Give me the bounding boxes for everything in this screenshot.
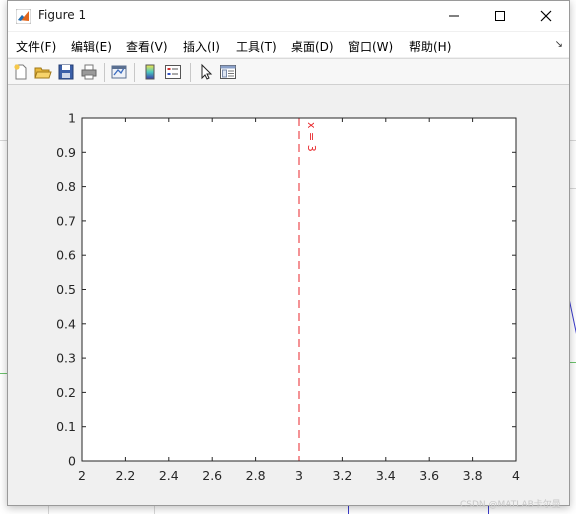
print-icon[interactable] [80, 63, 98, 81]
x-tick-label: 2 [78, 468, 86, 483]
save-icon[interactable] [57, 63, 75, 81]
open-file-icon[interactable] [34, 63, 52, 81]
menu-tools[interactable]: 工具(T) [236, 38, 277, 55]
y-tick-label: 0.7 [56, 213, 76, 228]
y-tick-label: 0.9 [56, 145, 76, 160]
menu-window[interactable]: 窗口(W) [348, 38, 393, 55]
edit-plot-arrow-icon[interactable] [197, 63, 215, 81]
x-tick-label: 3.2 [332, 468, 352, 483]
figure-toolbar [8, 58, 569, 85]
y-tick-label: 0.8 [56, 179, 76, 194]
title-bar[interactable]: Figure 1 [8, 1, 569, 31]
new-figure-icon[interactable] [12, 63, 30, 81]
close-icon [540, 10, 552, 22]
x-tick-label: 2.2 [115, 468, 135, 483]
maximize-icon [495, 11, 505, 21]
menu-help[interactable]: 帮助(H) [409, 38, 451, 55]
link-plot-icon[interactable] [110, 63, 128, 81]
x-tick-label: 2.4 [159, 468, 179, 483]
y-tick-label: 0.5 [56, 282, 76, 297]
legend-icon[interactable] [164, 63, 182, 81]
y-tick-label: 0.2 [56, 385, 76, 400]
menu-file[interactable]: 文件(F) [16, 38, 56, 55]
minimize-button[interactable] [431, 1, 477, 31]
y-tick-label: 1 [68, 111, 76, 126]
xline-label: x = 3 [305, 122, 318, 152]
menu-insert[interactable]: 插入(I) [183, 38, 220, 55]
toolbar-separator [134, 63, 135, 82]
x-tick-label: 3 [295, 468, 303, 483]
close-button[interactable] [523, 1, 569, 31]
figure-window: Figure 1 文件(F) 编辑(E) 查看(V) 插入(I) 工具(T) 桌… [7, 0, 570, 506]
y-tick-label: 0.6 [56, 248, 76, 263]
window-title: Figure 1 [38, 8, 87, 22]
toolbar-separator [190, 63, 191, 82]
figure-canvas: 2 2.2 2.4 2.6 2.8 3 3.2 3.4 3.6 3.8 4 0 0.1 0.2 0.3 0.4… [8, 85, 569, 505]
x-tick-label: 4 [512, 468, 520, 483]
y-tick-label: 0.4 [56, 316, 76, 331]
minimize-icon [449, 15, 459, 17]
menu-edit[interactable]: 编辑(E) [71, 38, 112, 55]
colorbar-icon[interactable] [141, 63, 159, 81]
x-tick-label: 3.4 [376, 468, 396, 483]
y-tick-label: 0.3 [56, 351, 76, 366]
toolbar-separator [104, 63, 105, 82]
x-tick-label: 2.6 [202, 468, 222, 483]
watermark-text: CSDN @MATLAB卡尔曼 [460, 500, 561, 510]
menu-desktop[interactable]: 桌面(D) [291, 38, 334, 55]
x-tick-label: 3.6 [419, 468, 439, 483]
matlab-logo-icon [16, 9, 31, 24]
axes-container: 2 2.2 2.4 2.6 2.8 3 3.2 3.4 3.6 3.8 4 0 0.1 0.2 0.3 0.4… [56, 111, 520, 484]
toolbar-overflow-icon[interactable]: ↘ [555, 39, 563, 50]
y-tick-label: 0 [68, 454, 76, 469]
y-tick-label: 0.1 [56, 419, 76, 434]
property-inspector-icon[interactable] [219, 63, 237, 81]
menu-bar: 文件(F) 编辑(E) 查看(V) 插入(I) 工具(T) 桌面(D) 窗口(W… [8, 32, 569, 57]
x-tick-label: 2.8 [246, 468, 266, 483]
menu-view[interactable]: 查看(V) [126, 38, 168, 55]
x-tick-label: 3.8 [463, 468, 483, 483]
maximize-button[interactable] [477, 1, 523, 31]
